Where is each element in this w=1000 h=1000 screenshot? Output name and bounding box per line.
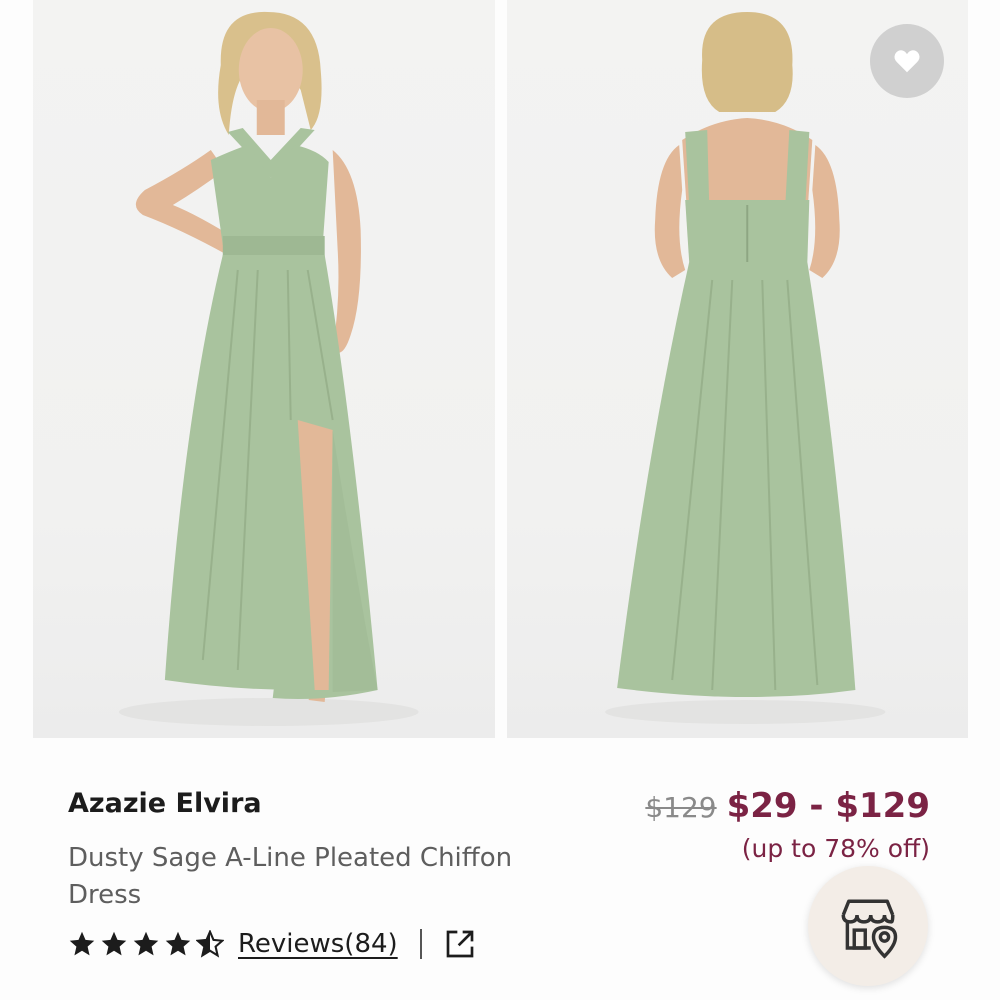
divider	[419, 929, 422, 959]
external-link-icon[interactable]	[444, 928, 476, 960]
favorite-button[interactable]	[870, 24, 944, 98]
star-half-icon	[196, 930, 224, 958]
store-location-icon	[841, 899, 898, 959]
star-filled-icon	[69, 931, 95, 956]
product-description: Dusty Sage A-Line Pleated Chiffon Dress	[68, 843, 513, 910]
product-photo-back[interactable]	[506, 0, 968, 738]
store-locator-button[interactable]	[808, 866, 928, 986]
front-dress-illustration	[118, 11, 419, 726]
price-row: $129 $29 - $129	[645, 786, 930, 826]
star-filled-icon	[165, 931, 191, 956]
heart-icon	[894, 50, 920, 73]
product-photo-front[interactable]	[33, 0, 495, 738]
rating-row: Reviews(84)	[68, 925, 476, 963]
original-price: $129	[645, 791, 717, 824]
product-image-gallery	[33, 0, 968, 738]
star-rating	[68, 930, 224, 958]
reviews-link[interactable]: Reviews(84)	[238, 929, 398, 959]
star-filled-icon	[101, 931, 127, 956]
discount-label: (up to 78% off)	[741, 834, 930, 863]
product-brand-name: Azazie Elvira	[68, 788, 262, 819]
back-dress-illustration	[604, 12, 885, 724]
star-filled-icon	[133, 931, 159, 956]
sale-price-range: $29 - $129	[726, 786, 930, 826]
